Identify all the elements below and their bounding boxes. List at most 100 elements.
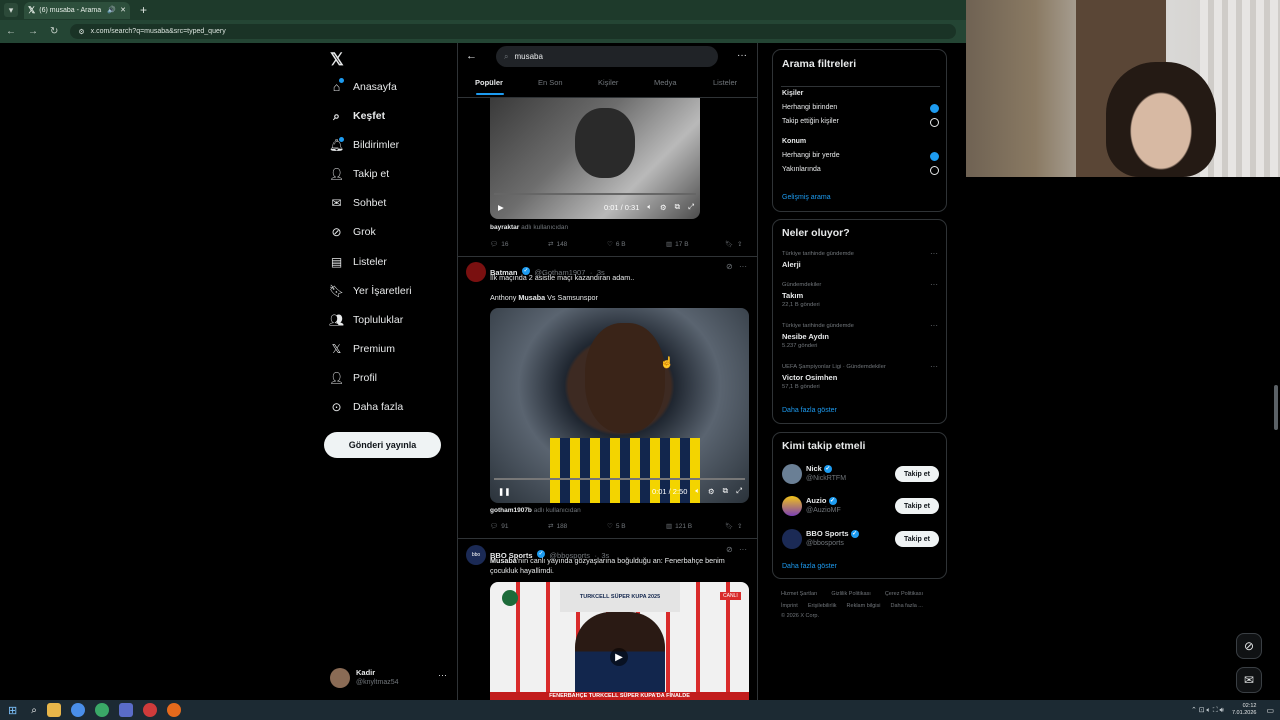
- nav-item-chat[interactable]: ✉ Sohbet: [330, 192, 386, 214]
- fullscreen-icon[interactable]: ⤢: [688, 202, 694, 212]
- post-button[interactable]: Gönderi yayınla: [324, 432, 441, 458]
- credit-user[interactable]: bayraktar: [490, 224, 519, 231]
- follow-show-more-link[interactable]: Daha fazla göster: [782, 563, 837, 570]
- grok-fab-icon[interactable]: ⊘: [1236, 633, 1262, 659]
- views-action[interactable]: ▥ 121 B: [666, 522, 725, 531]
- share-icon[interactable]: ⇪: [737, 522, 742, 530]
- nav-item-explore[interactable]: ⌕ Keşfet: [330, 105, 385, 127]
- advanced-search-link[interactable]: Gelişmiş arama: [782, 194, 831, 201]
- location-option-anywhere[interactable]: Herhangi bir yerde: [782, 152, 840, 159]
- play-icon[interactable]: ▶: [610, 648, 628, 666]
- volume-icon[interactable]: 🔈︎: [647, 202, 652, 212]
- nav-item-grok[interactable]: ⊘ Grok: [330, 221, 375, 243]
- grok-icon[interactable]: ⊘: [726, 262, 733, 271]
- nav-item-profile[interactable]: 👤︎ Profil: [329, 367, 377, 389]
- browser-app-icon[interactable]: [94, 703, 109, 717]
- more-dots-icon[interactable]: ···: [930, 249, 938, 258]
- views-action[interactable]: ▥ 17 B: [666, 240, 725, 249]
- file-explorer-icon[interactable]: [46, 703, 61, 717]
- speaker-icon[interactable]: 🔊: [107, 6, 116, 14]
- tab-media[interactable]: Medya: [654, 78, 677, 87]
- retweet-action[interactable]: ⇄ 148: [548, 240, 607, 249]
- footer-link[interactable]: İmprint: [781, 603, 798, 609]
- location-option-nearby[interactable]: Yakınlarında: [782, 166, 821, 173]
- tweet-text-highlight[interactable]: Musaba: [490, 556, 517, 565]
- site-info-icon[interactable]: ⚙: [78, 28, 84, 36]
- address-bar[interactable]: ⚙ x.com/search?q=musaba&src=typed_query: [70, 24, 956, 39]
- tab-list-button[interactable]: ▾: [4, 3, 18, 17]
- footer-link[interactable]: Hizmet Şartları: [781, 591, 817, 597]
- follow-button[interactable]: Takip et: [895, 531, 939, 547]
- tab-lists[interactable]: Listeler: [713, 78, 737, 87]
- system-tray-icons[interactable]: ⌃ ⊡ 🔈︎ ⛶ 🔊︎: [1191, 706, 1224, 715]
- trend-name[interactable]: Victor Osimhen: [782, 373, 837, 382]
- pause-icon[interactable]: ❚❚: [498, 487, 511, 496]
- account-switcher[interactable]: Kadir @knyltmaz54 ···: [330, 666, 450, 690]
- tab-latest[interactable]: En Son: [538, 78, 563, 87]
- follow-button[interactable]: Takip et: [895, 498, 939, 514]
- like-action[interactable]: ♡ 6 B: [607, 240, 666, 249]
- footer-link[interactable]: Erişilebilirlik: [808, 603, 837, 609]
- follow-user-name[interactable]: Auzio ✓: [806, 496, 837, 506]
- windows-start-icon[interactable]: ⊞: [8, 704, 17, 717]
- location-nearby-radio[interactable]: [930, 166, 939, 175]
- clock[interactable]: 02:12 7.01.2026: [1232, 703, 1256, 717]
- video-progress-track[interactable]: [494, 478, 745, 480]
- x-logo-icon[interactable]: 𝕏: [330, 50, 344, 70]
- credit-user[interactable]: gotham1907b: [490, 507, 532, 514]
- tweet-text-highlight[interactable]: Musaba: [518, 293, 545, 302]
- reload-icon[interactable]: ↻: [50, 26, 58, 37]
- tweet-video[interactable]: TURKCELL SÜPER KUPA 2025 CANLI ▶ FENERBA…: [490, 582, 749, 700]
- more-dots-icon[interactable]: ···: [739, 262, 747, 271]
- new-tab-button[interactable]: +: [140, 3, 147, 17]
- scrollbar-thumb[interactable]: [1274, 385, 1278, 430]
- footer-link[interactable]: Daha fazla ...: [890, 603, 922, 609]
- notification-center-icon[interactable]: ▭: [1266, 706, 1274, 715]
- nav-item-communities[interactable]: 👥︎ Topluluklar: [329, 309, 403, 331]
- footer-link[interactable]: Gizlilik Politikası: [831, 591, 870, 597]
- like-action[interactable]: ♡ 5 B: [607, 522, 666, 531]
- app-icon[interactable]: [118, 703, 133, 717]
- nav-item-premium[interactable]: 𝕏 Premium: [330, 338, 395, 360]
- search-options-icon[interactable]: ···: [737, 50, 747, 61]
- volume-icon[interactable]: 🔈︎: [695, 486, 700, 496]
- avatar[interactable]: bbo: [466, 545, 486, 565]
- nav-item-lists[interactable]: ▤ Listeler: [330, 251, 387, 273]
- share-icon[interactable]: ⇪: [737, 240, 742, 248]
- pip-icon[interactable]: ⧉: [723, 486, 728, 496]
- forward-icon[interactable]: →: [28, 26, 38, 37]
- nav-item-bookmarks[interactable]: 🔖︎ Yer İşaretleri: [329, 280, 412, 302]
- grok-icon[interactable]: ⊘: [726, 545, 733, 554]
- footer-link[interactable]: Çerez Politikası: [885, 591, 923, 597]
- people-anyone-radio[interactable]: [930, 104, 939, 113]
- browser-tab[interactable]: 𝕏 (6) musaba - Arama / X 🔊 ✕: [24, 1, 130, 19]
- nav-item-more[interactable]: ⊙ Daha fazla: [330, 396, 403, 418]
- avatar[interactable]: [782, 496, 802, 516]
- nav-item-follow[interactable]: 👤︎ Takip et: [329, 163, 389, 185]
- avatar[interactable]: [466, 262, 486, 282]
- location-anywhere-radio[interactable]: [930, 152, 939, 161]
- footer-link[interactable]: Reklam bilgisi: [847, 603, 881, 609]
- tweet-video[interactable]: ❚❚ 0:01 / 2:50 🔈︎ ⚙ ⧉ ⤢: [490, 308, 749, 503]
- messages-fab-icon[interactable]: ✉: [1236, 667, 1262, 693]
- bookmark-icon[interactable]: 🔖︎: [725, 240, 737, 248]
- firefox-icon[interactable]: [166, 703, 181, 717]
- avatar[interactable]: [782, 529, 802, 549]
- people-option-following[interactable]: Takip ettiğin kişiler: [782, 118, 839, 125]
- trend-name[interactable]: Takım: [782, 291, 803, 300]
- trend-name[interactable]: Nesibe Aydın: [782, 332, 829, 341]
- tab-people[interactable]: Kişiler: [598, 78, 618, 87]
- more-dots-icon[interactable]: ···: [930, 321, 938, 330]
- retweet-action[interactable]: ⇄ 188: [548, 522, 607, 531]
- people-option-anyone[interactable]: Herhangi birinden: [782, 104, 837, 111]
- tab-popular[interactable]: Popüler: [475, 78, 503, 87]
- reply-action[interactable]: 💬︎ 91: [490, 522, 548, 531]
- more-dots-icon[interactable]: ···: [739, 545, 747, 554]
- tweet-video[interactable]: ▶ 0:01 / 0:31 🔈︎ ⚙ ⧉ ⤢: [490, 98, 700, 219]
- more-dots-icon[interactable]: ···: [930, 280, 938, 289]
- more-dots-icon[interactable]: ···: [930, 362, 938, 371]
- play-icon[interactable]: ▶: [498, 203, 504, 212]
- search-input[interactable]: ⌕ musaba: [496, 46, 718, 67]
- obs-icon[interactable]: [142, 703, 157, 717]
- follow-user-name[interactable]: Nick ✓: [806, 464, 832, 474]
